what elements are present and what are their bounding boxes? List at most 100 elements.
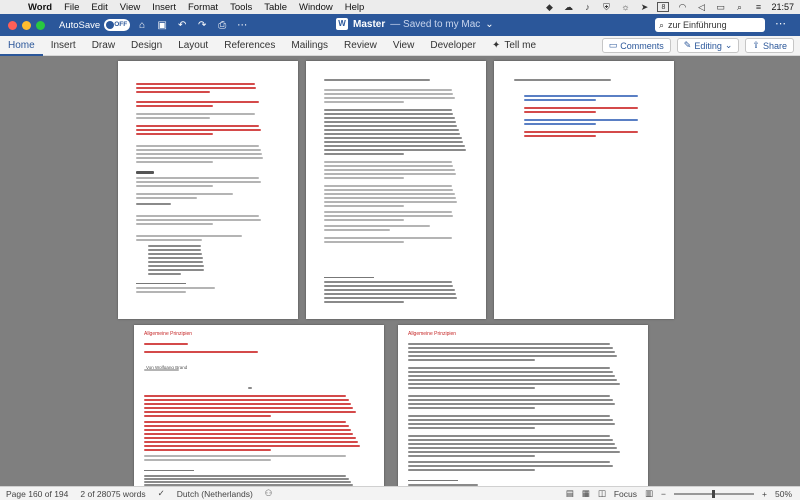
text-line bbox=[144, 433, 354, 435]
text-line bbox=[324, 201, 458, 203]
menu-window[interactable]: Window bbox=[293, 2, 339, 13]
page-thumbnail-5[interactable]: Allgemeine Prinzipien bbox=[398, 325, 648, 486]
text-line bbox=[408, 367, 611, 369]
autosave-control[interactable]: AutoSave OFF bbox=[59, 19, 131, 31]
calendar-icon[interactable]: 8 bbox=[657, 2, 670, 12]
control-center-icon[interactable]: ≡ bbox=[752, 2, 764, 12]
read-mode-icon[interactable]: ▥ bbox=[645, 488, 653, 499]
text-line bbox=[136, 117, 211, 119]
chevron-down-icon[interactable]: ⌄ bbox=[485, 19, 493, 30]
minimize-window-icon[interactable] bbox=[22, 20, 31, 30]
text-line bbox=[324, 149, 467, 151]
redo-icon[interactable]: ↷ bbox=[194, 20, 210, 31]
text-line bbox=[408, 351, 615, 353]
more-commands-icon[interactable]: ⋯ bbox=[234, 20, 250, 31]
bell-icon[interactable]: ♪ bbox=[581, 2, 593, 12]
spotlight-icon[interactable]: ⌕ bbox=[733, 2, 745, 13]
menu-clock[interactable]: 21:57 bbox=[771, 2, 794, 12]
window-controls bbox=[0, 20, 45, 30]
text-line bbox=[144, 415, 271, 417]
zoom-level[interactable]: 50% bbox=[775, 489, 792, 499]
web-layout-icon[interactable]: ▦ bbox=[582, 488, 590, 499]
menu-edit[interactable]: Edit bbox=[85, 2, 113, 13]
text-line bbox=[408, 423, 615, 425]
tab-mailings[interactable]: Mailings bbox=[283, 36, 336, 56]
text-line bbox=[408, 447, 618, 449]
print-icon[interactable]: ⎙ bbox=[214, 20, 230, 31]
tell-me[interactable]: ✦ Tell me bbox=[484, 36, 544, 56]
document-canvas[interactable]: Allgemeine Prinzipien Von Wolfgang Brand… bbox=[0, 56, 800, 486]
page-thumbnail-1[interactable] bbox=[118, 61, 298, 319]
home-icon[interactable]: ⌂ bbox=[134, 20, 150, 31]
text-line bbox=[136, 223, 213, 225]
accessibility-icon[interactable]: ⚇ bbox=[259, 488, 279, 499]
text-line bbox=[136, 185, 213, 187]
text-line bbox=[148, 269, 205, 271]
location-icon[interactable]: ➤ bbox=[638, 2, 650, 13]
zoom-slider[interactable] bbox=[674, 489, 755, 498]
brightness-icon[interactable]: ☼ bbox=[619, 2, 631, 12]
text-line bbox=[136, 177, 260, 179]
page-thumbnail-2[interactable] bbox=[306, 61, 486, 319]
menu-format[interactable]: Format bbox=[182, 2, 224, 13]
text-line bbox=[524, 119, 639, 121]
text-line bbox=[324, 205, 404, 207]
text-line bbox=[136, 145, 260, 147]
tab-insert[interactable]: Insert bbox=[43, 36, 84, 56]
search-box[interactable]: ⌕ zur Einführung bbox=[655, 18, 765, 32]
menu-table[interactable]: Table bbox=[258, 2, 293, 13]
tab-developer[interactable]: Developer bbox=[422, 36, 484, 56]
dropbox-icon[interactable]: ◆ bbox=[543, 2, 555, 13]
zoom-window-icon[interactable] bbox=[36, 20, 45, 30]
focus-button[interactable]: Focus bbox=[614, 489, 637, 499]
tab-draw[interactable]: Draw bbox=[84, 36, 123, 56]
tab-references[interactable]: References bbox=[216, 36, 283, 56]
page-count[interactable]: Page 160 of 194 bbox=[0, 489, 74, 499]
print-layout-icon[interactable]: ▤ bbox=[566, 488, 574, 499]
menu-insert[interactable]: Insert bbox=[146, 2, 182, 13]
page-thumbnail-3[interactable] bbox=[494, 61, 674, 319]
language-indicator[interactable]: Dutch (Netherlands) bbox=[171, 489, 259, 499]
tab-design[interactable]: Design bbox=[123, 36, 170, 56]
shield-icon[interactable]: ⛨ bbox=[600, 2, 612, 13]
text-line bbox=[324, 285, 454, 287]
tab-layout[interactable]: Layout bbox=[170, 36, 216, 56]
editing-button[interactable]: ✎ Editing ⌄ bbox=[676, 38, 740, 53]
page-thumbnail-4[interactable]: Allgemeine Prinzipien Von Wolfgang Brand bbox=[134, 325, 384, 486]
battery-icon[interactable]: ▭ bbox=[714, 2, 726, 13]
text-line bbox=[524, 107, 639, 109]
text-line bbox=[144, 403, 351, 405]
tab-home[interactable]: Home bbox=[0, 36, 43, 56]
menu-file[interactable]: File bbox=[58, 2, 85, 13]
zoom-in-icon[interactable]: + bbox=[762, 489, 767, 499]
comments-button[interactable]: ▭ Comments bbox=[601, 38, 671, 53]
menu-view[interactable]: View bbox=[114, 2, 146, 13]
undo-icon[interactable]: ↶ bbox=[174, 20, 190, 31]
autosave-toggle[interactable]: OFF bbox=[104, 19, 131, 31]
text-line bbox=[324, 121, 456, 123]
tab-view[interactable]: View bbox=[385, 36, 423, 56]
word-count[interactable]: 2 of 28075 words bbox=[74, 489, 151, 499]
account-more-icon[interactable]: ⋯ bbox=[775, 17, 786, 30]
text-line bbox=[408, 435, 611, 437]
menu-tools[interactable]: Tools bbox=[224, 2, 258, 13]
save-icon[interactable]: ▣ bbox=[154, 20, 170, 31]
text-line bbox=[144, 395, 347, 397]
menu-help[interactable]: Help bbox=[339, 2, 371, 13]
text-line bbox=[144, 478, 349, 480]
volume-icon[interactable]: ◁ bbox=[695, 2, 707, 13]
text-line bbox=[248, 387, 252, 389]
text-line bbox=[324, 197, 456, 199]
text-line bbox=[408, 387, 535, 389]
zoom-out-icon[interactable]: − bbox=[661, 489, 666, 499]
zoom-slider-knob[interactable] bbox=[712, 489, 716, 498]
text-line bbox=[324, 153, 404, 155]
menu-app-word[interactable]: Word bbox=[22, 2, 58, 13]
share-button[interactable]: ⇪ Share bbox=[745, 38, 794, 53]
search-input[interactable]: zur Einführung bbox=[668, 20, 727, 30]
cloud-icon[interactable]: ☁ bbox=[562, 2, 574, 13]
wifi-icon[interactable]: ◠ bbox=[676, 2, 688, 13]
tab-review[interactable]: Review bbox=[336, 36, 385, 56]
proofing-icon[interactable]: ✓ bbox=[152, 488, 171, 499]
close-window-icon[interactable] bbox=[8, 20, 17, 30]
